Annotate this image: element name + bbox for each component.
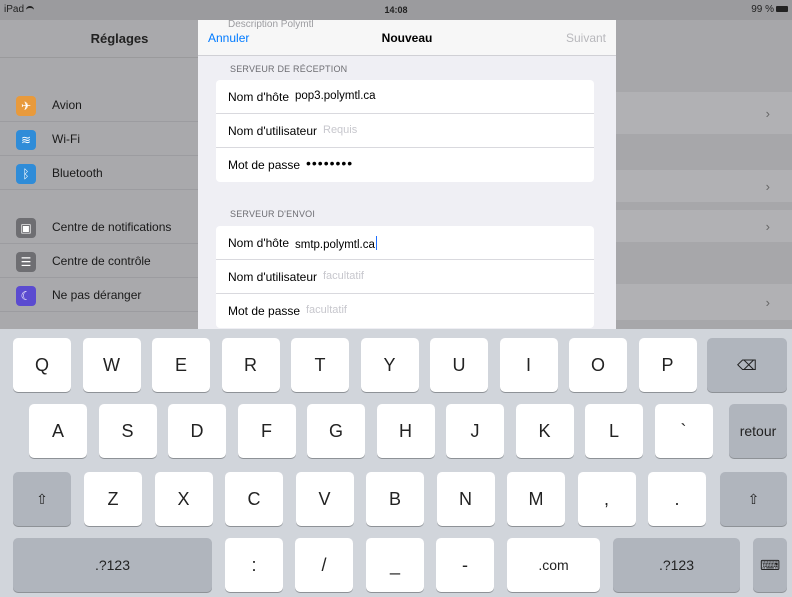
battery-status: 99 % — [751, 4, 788, 15]
keyboard: Q W E R T Y U I O P ⌫ A S D F G H J K L ` retour ⇧ Z X C V B N M,. ⇧.?… — [0, 329, 792, 597]
key-a[interactable]: A — [29, 404, 87, 458]
field-value[interactable]: smtp.polymtl.ca — [295, 236, 378, 251]
key-r[interactable]: R — [221, 338, 280, 392]
chevron-right-icon: › — [765, 106, 770, 121]
field-mot-de-passe[interactable]: Mot de passe facultatif — [216, 294, 594, 328]
outgoing-server-label: SERVEUR D'ENVOI — [230, 209, 316, 219]
detail-cell: › — [616, 284, 792, 320]
field-nom-d-h-te[interactable]: Nom d'hôte pop3.polymtl.ca — [216, 80, 594, 114]
moon-icon: ☾ — [16, 286, 36, 306]
settings-item-label: Ne pas déranger — [52, 288, 142, 302]
detail-cell: › — [616, 210, 792, 242]
backspace-key[interactable]: ⌫ — [707, 338, 787, 392]
key-q[interactable]: Q — [13, 338, 71, 392]
incoming-server-group: Nom d'hôte pop3.polymtl.ca Nom d'utilisate… — [216, 80, 594, 182]
notifications-icon: ▣ — [16, 218, 36, 238]
key-o[interactable]: O — [569, 338, 627, 392]
bluetooth-icon: ᛒ — [16, 164, 36, 184]
key-w[interactable]: W — [82, 338, 141, 392]
key-n[interactable]: N — [436, 472, 495, 526]
key-c[interactable]: C — [225, 472, 283, 526]
key-p[interactable]: P — [638, 338, 697, 392]
control-center-icon: ☰ — [16, 252, 36, 272]
key-d[interactable]: D — [168, 404, 226, 458]
detail-cell: › — [616, 92, 792, 134]
status-bar: iPad 14:08 99 % — [0, 0, 792, 20]
key-l[interactable]: L — [585, 404, 643, 458]
field-value[interactable]: pop3.polymtl.ca — [295, 90, 376, 102]
key-period[interactable]: . — [648, 472, 706, 526]
text-caret — [375, 236, 378, 250]
key-x[interactable]: X — [154, 472, 213, 526]
key-v[interactable]: V — [295, 472, 354, 526]
ghost-description: Description Polymtl — [228, 20, 314, 30]
key-g[interactable]: G — [307, 404, 365, 458]
key-slash[interactable]: / — [295, 538, 353, 592]
chevron-right-icon: › — [765, 179, 770, 194]
key-t[interactable]: T — [291, 338, 349, 392]
field-mot-de-passe[interactable]: Mot de passe •••••••• — [216, 148, 594, 182]
key-e[interactable]: E — [152, 338, 210, 392]
new-account-modal: Description Polymtl Annuler Nouveau Suiv… — [198, 20, 616, 332]
field-label: Nom d'utilisateur — [228, 270, 317, 284]
key-y[interactable]: Y — [360, 338, 419, 392]
settings-item-label: Centre de notifications — [52, 220, 172, 234]
airplane-icon: ✈ — [16, 96, 36, 116]
modal-navbar: Description Polymtl Annuler Nouveau Suiv… — [198, 20, 616, 56]
field-label: Nom d'hôte — [228, 236, 289, 250]
key-comma[interactable]: , — [577, 472, 636, 526]
key-f[interactable]: F — [237, 404, 296, 458]
settings-item-label: Centre de contrôle — [52, 254, 151, 268]
field-placeholder[interactable]: facultatif — [306, 304, 347, 316]
settings-item-label: Bluetooth — [52, 166, 103, 180]
key-k[interactable]: K — [515, 404, 574, 458]
field-placeholder[interactable]: facultatif — [323, 270, 364, 282]
incoming-server-label: SERVEUR DE RÉCEPTION — [230, 64, 348, 74]
field-nom-d-utilisateur[interactable]: Nom d'utilisateur Requis — [216, 114, 594, 148]
key-u[interactable]: U — [430, 338, 488, 392]
field-label: Mot de passe — [228, 158, 301, 172]
modal-title: Nouveau — [381, 31, 433, 45]
settings-item-label: Wi-Fi — [52, 132, 80, 146]
battery-icon — [776, 6, 788, 13]
clock: 14:08 — [384, 5, 408, 15]
chevron-right-icon: › — [765, 295, 770, 310]
field-label: Nom d'hôte — [228, 90, 289, 104]
key-z[interactable]: Z — [84, 472, 142, 526]
field-label: Nom d'utilisateur — [228, 124, 317, 138]
shift-left-key[interactable]: ⇧ — [13, 472, 71, 526]
numbers-key-left[interactable]: .?123 — [13, 538, 212, 592]
detail-cell: › — [616, 170, 792, 202]
key-dotcom[interactable]: .com — [507, 538, 600, 592]
key-i[interactable]: I — [499, 338, 558, 392]
key-dash[interactable]: - — [436, 538, 494, 592]
return-key[interactable]: retour — [729, 404, 787, 458]
key-colon[interactable]: : — [225, 538, 283, 592]
field-label: Mot de passe — [228, 304, 301, 318]
hide-keyboard-key[interactable]: ⌨ — [753, 538, 787, 592]
key-s[interactable]: S — [98, 404, 157, 458]
outgoing-server-group: Nom d'hôte smtp.polymtl.ca Nom d'utilisate… — [216, 226, 594, 328]
field-placeholder[interactable]: Requis — [323, 124, 357, 136]
numbers-key-right[interactable]: .?123 — [613, 538, 740, 592]
key-backtick[interactable]: ` — [654, 404, 713, 458]
chevron-right-icon: › — [765, 219, 770, 234]
shift-right-key[interactable]: ⇧ — [720, 472, 787, 526]
key-h[interactable]: H — [376, 404, 435, 458]
key-b[interactable]: B — [366, 472, 424, 526]
next-button[interactable]: Suivant — [566, 31, 606, 45]
field-nom-d-h-te[interactable]: Nom d'hôte smtp.polymtl.ca — [216, 226, 594, 260]
field-value[interactable]: •••••••• — [306, 155, 353, 171]
key-m[interactable]: M — [507, 472, 565, 526]
wifi-icon: ≋ — [16, 130, 36, 150]
key-j[interactable]: J — [446, 404, 504, 458]
settings-item-label: Avion — [52, 98, 82, 112]
field-nom-d-utilisateur[interactable]: Nom d'utilisateur facultatif — [216, 260, 594, 294]
key-underscore[interactable]: _ — [366, 538, 424, 592]
